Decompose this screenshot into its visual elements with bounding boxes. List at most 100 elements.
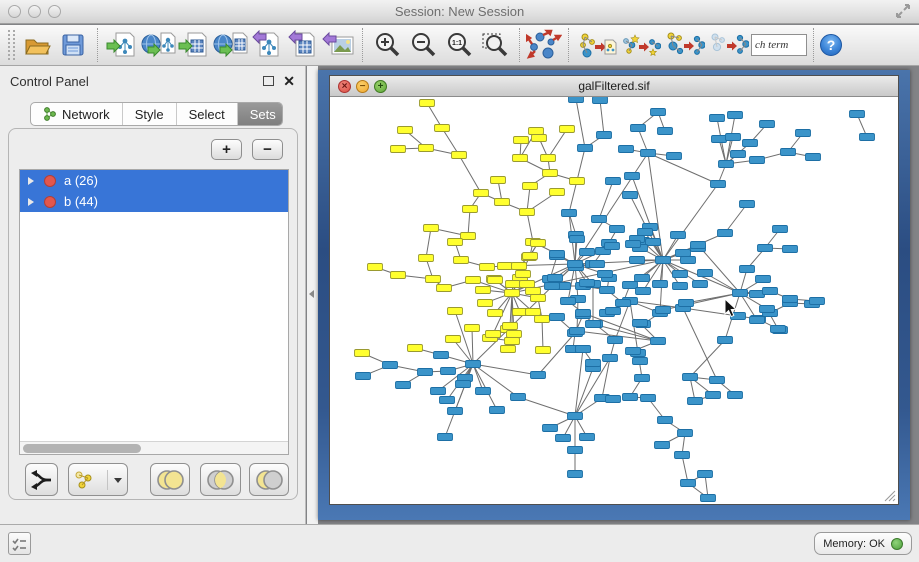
main-toolbar: 1:1 bbox=[0, 25, 919, 66]
tab-network[interactable]: Network bbox=[31, 103, 123, 125]
tab-sets[interactable]: Sets bbox=[238, 103, 283, 125]
scrollbar-thumb[interactable] bbox=[23, 444, 141, 453]
expand-triangle-icon[interactable] bbox=[28, 177, 34, 185]
add-set-button[interactable]: + bbox=[211, 139, 242, 160]
tab-select[interactable]: Select bbox=[177, 103, 238, 125]
tab-label: Network bbox=[62, 107, 110, 122]
venn-intersection-icon bbox=[204, 468, 236, 492]
toolbar-separator bbox=[362, 28, 363, 62]
close-network-icon[interactable]: × bbox=[338, 80, 351, 93]
help-button[interactable]: ? bbox=[820, 34, 842, 56]
search-input[interactable] bbox=[751, 34, 807, 56]
maximize-network-icon[interactable]: + bbox=[374, 80, 387, 93]
zoom-actual-size-button[interactable]: 1:1 bbox=[441, 27, 477, 63]
import-network-web-icon bbox=[140, 30, 176, 60]
import-network-web-button[interactable] bbox=[140, 27, 176, 63]
open-session-button[interactable] bbox=[19, 27, 55, 63]
remove-set-button[interactable]: − bbox=[252, 139, 283, 160]
set-union-button[interactable] bbox=[150, 463, 190, 496]
toolbar-separator bbox=[568, 28, 569, 62]
control-panel-header: Control Panel ✕ bbox=[0, 66, 305, 96]
fullscreen-icon[interactable] bbox=[895, 3, 911, 19]
import-table-file-button[interactable] bbox=[176, 27, 212, 63]
export-image-button[interactable] bbox=[320, 27, 356, 63]
set-row-b[interactable]: b (44) bbox=[20, 191, 288, 212]
chevron-down-icon bbox=[113, 476, 123, 484]
window-title: Session: New Session bbox=[0, 4, 919, 19]
task-history-button[interactable] bbox=[8, 532, 31, 555]
toolbar-separator bbox=[519, 28, 520, 62]
zoom-out-button[interactable] bbox=[405, 27, 441, 63]
zoom-out-icon bbox=[408, 30, 438, 60]
collapse-panel-icon[interactable] bbox=[309, 290, 314, 298]
sets-list[interactable]: a (26) b (44) bbox=[19, 169, 289, 455]
set-color-dot-icon bbox=[44, 175, 56, 187]
close-panel-icon[interactable]: ✕ bbox=[283, 76, 295, 86]
set-label: b (44) bbox=[64, 194, 98, 209]
network-tab-icon bbox=[43, 106, 57, 122]
export-table-button[interactable] bbox=[284, 27, 320, 63]
toolbar-separator bbox=[97, 28, 98, 62]
close-window-icon[interactable] bbox=[8, 5, 21, 18]
toolbar-separator bbox=[813, 28, 814, 62]
apply-layout-button[interactable] bbox=[526, 27, 562, 63]
zoom-fit-selected-icon bbox=[480, 30, 510, 60]
set-row-a[interactable]: a (26) bbox=[20, 170, 288, 191]
maximize-window-icon[interactable] bbox=[48, 5, 61, 18]
toolbar-grip[interactable] bbox=[8, 30, 15, 60]
set-copy-button[interactable] bbox=[663, 27, 707, 63]
split-arrows-icon bbox=[29, 469, 53, 491]
network-window-title: galFiltered.sif bbox=[578, 79, 649, 93]
sets-panel: + − a (26) b (44) bbox=[8, 128, 298, 500]
import-table-web-icon bbox=[212, 30, 248, 60]
apply-layout-icon bbox=[526, 29, 562, 61]
set-export-button[interactable] bbox=[575, 27, 619, 63]
svg-text:1:1: 1:1 bbox=[452, 40, 462, 47]
save-floppy-icon bbox=[58, 30, 88, 60]
import-network-file-button[interactable] bbox=[104, 27, 140, 63]
window-titlebar: Session: New Session bbox=[0, 0, 919, 24]
export-network-icon bbox=[250, 30, 282, 60]
tab-style[interactable]: Style bbox=[123, 103, 177, 125]
memory-label: Memory: OK bbox=[823, 538, 885, 550]
minimize-network-icon[interactable]: − bbox=[356, 80, 369, 93]
status-bar: Memory: OK bbox=[0, 524, 919, 562]
tab-label: Style bbox=[135, 107, 164, 122]
set-export-icon bbox=[577, 29, 617, 61]
import-table-file-icon bbox=[178, 30, 210, 60]
memory-status-button[interactable]: Memory: OK bbox=[814, 532, 912, 555]
zoom-fit-selected-button[interactable] bbox=[477, 27, 513, 63]
create-set-from-network-button[interactable] bbox=[68, 463, 128, 496]
control-panel-title: Control Panel bbox=[10, 74, 263, 89]
control-panel-tabs: Network Style Select Sets bbox=[30, 102, 283, 126]
save-session-button[interactable] bbox=[55, 27, 91, 63]
export-image-icon bbox=[321, 30, 355, 60]
zoom-in-button[interactable] bbox=[369, 27, 405, 63]
panel-splitter[interactable] bbox=[307, 66, 318, 524]
set-fade-button[interactable] bbox=[707, 27, 751, 63]
zoom-in-icon bbox=[372, 30, 402, 60]
float-panel-icon[interactable] bbox=[263, 76, 274, 86]
venn-union-icon bbox=[154, 468, 186, 492]
export-network-button[interactable] bbox=[248, 27, 284, 63]
zoom-actual-size-icon: 1:1 bbox=[444, 30, 474, 60]
set-difference-button[interactable] bbox=[249, 463, 289, 496]
resize-grip-icon[interactable] bbox=[882, 488, 896, 502]
tab-label: Select bbox=[189, 107, 225, 122]
yellow-network-dropdown-icon bbox=[72, 469, 102, 491]
minimize-window-icon[interactable] bbox=[28, 5, 41, 18]
network-window-frame[interactable]: × − + galFiltered.sif bbox=[318, 70, 910, 520]
set-star-button[interactable] bbox=[619, 27, 663, 63]
network-window-titlebar[interactable]: × − + galFiltered.sif bbox=[330, 76, 898, 97]
network-canvas[interactable] bbox=[330, 97, 898, 504]
network-graph[interactable] bbox=[330, 97, 898, 504]
horizontal-scrollbar[interactable] bbox=[20, 441, 288, 454]
set-intersection-button[interactable] bbox=[200, 463, 240, 496]
expand-triangle-icon[interactable] bbox=[28, 198, 34, 206]
mouse-cursor-icon bbox=[724, 298, 738, 318]
split-sets-button[interactable] bbox=[25, 463, 58, 496]
open-folder-icon bbox=[22, 30, 52, 60]
set-star-icon bbox=[621, 29, 661, 61]
memory-ok-icon bbox=[891, 538, 903, 550]
import-table-web-button[interactable] bbox=[212, 27, 248, 63]
